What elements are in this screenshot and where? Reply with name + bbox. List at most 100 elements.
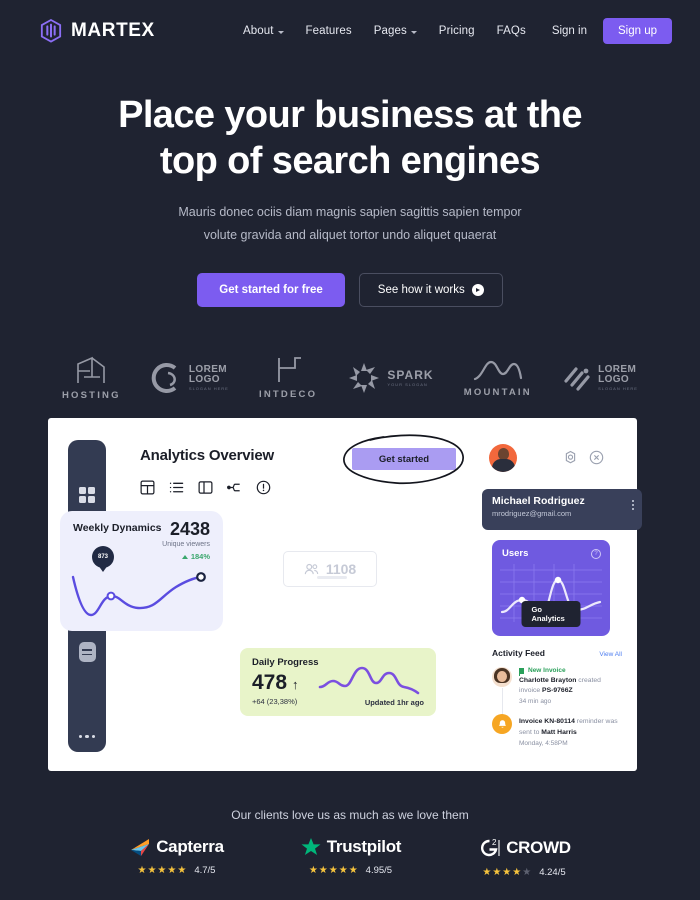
logo-lorem2-tagline: SLOGAN HERE — [598, 385, 638, 391]
nav-item-faqs-label: FAQs — [496, 25, 526, 37]
client-logos-strip: HOSTING LOREM LOGO SLOGAN HERE INTDECO S… — [0, 307, 700, 401]
nav-item-pricing[interactable]: Pricing — [439, 25, 475, 37]
g2-crowd-icon: 2 — [481, 838, 500, 857]
users-icon — [304, 563, 318, 574]
info-icon[interactable] — [256, 480, 271, 495]
sign-up-button[interactable]: Sign up — [602, 18, 672, 44]
page-title: Place your business at the top of search… — [0, 92, 700, 185]
spark-burst-icon — [349, 362, 380, 393]
review-capterra: Capterra ★ ★ ★ ★ ★ 4.7/5 — [129, 836, 224, 878]
cube-logo-icon — [40, 19, 62, 43]
logo-mountain: MOUNTAIN — [464, 358, 532, 398]
nav-item-about-label: About — [242, 25, 274, 37]
nav-item-pages[interactable]: Pages — [374, 25, 417, 37]
nav-item-faqs[interactable]: FAQs — [497, 25, 526, 37]
activity-time: 34 min ago — [519, 698, 552, 706]
go-analytics-button[interactable]: Go Analytics — [521, 601, 581, 627]
get-started-chip-wrap: Get started — [343, 434, 464, 485]
logo-spark-tagline: YOUR SLOGAN — [387, 381, 428, 387]
woman-avatar — [492, 667, 512, 687]
review-capterra-name: Capterra — [156, 837, 224, 856]
activity-object: PS-9766Z — [542, 687, 573, 695]
capterra-icon — [131, 839, 150, 856]
review-trustpilot-score: 4.95/5 — [365, 865, 393, 876]
nav-item-about[interactable]: About — [243, 25, 284, 37]
weekly-dynamics-sparkline — [71, 572, 206, 617]
review-g2crowd-name: CROWD — [506, 838, 571, 857]
activity-feed-view-all[interactable]: View All — [599, 651, 622, 658]
settings-gear-icon[interactable] — [563, 450, 578, 465]
logo-hosting-label: HOSTING — [62, 389, 121, 401]
hero-sub-line-2: volute gravida and aliquet tortor undo a… — [203, 227, 497, 242]
svg-text:2: 2 — [492, 838, 497, 847]
user-tooltip-name: Michael Rodriguez — [492, 495, 585, 507]
logo-lorem-tagline: SLOGAN HERE — [188, 385, 229, 391]
hosting-building-icon — [77, 356, 106, 383]
get-started-free-button[interactable]: Get started for free — [197, 272, 345, 307]
logo-intdeco: INTDECO — [259, 356, 317, 400]
reviews-row: Capterra ★ ★ ★ ★ ★ 4.7/5 Trustpilot ★ ★ ★ ★ ★ — [0, 836, 700, 878]
nav-item-pricing-label: Pricing — [438, 25, 475, 37]
brand-logo[interactable]: MARTEX — [40, 19, 155, 43]
trend-up-icon — [181, 554, 188, 559]
arrow-up-icon: ↑ — [292, 677, 299, 692]
activity-actor: Charlotte Brayton — [519, 677, 577, 684]
list-item[interactable]: Invoice KN-80114 reminder was sent to Ma… — [492, 714, 622, 747]
activity-tag-label: New Invoice — [528, 667, 566, 674]
list-icon[interactable] — [169, 480, 184, 495]
sliders-icon[interactable] — [78, 642, 96, 662]
weekly-dynamics-value: 2438 — [169, 519, 210, 539]
activity-verb: reminder — [574, 718, 604, 726]
mountain-peak-icon — [473, 360, 522, 381]
more-options-icon[interactable] — [78, 734, 96, 738]
logo-lorem-stripes: LOREM LOGO SLOGAN HERE — [562, 363, 638, 393]
activity-object-pre: invoice — [519, 687, 543, 695]
list-item[interactable]: New Invoice Charlotte Brayton created in… — [492, 667, 622, 724]
question-icon[interactable]: ? — [591, 549, 601, 559]
logo-intdeco-label: INTDECO — [259, 388, 318, 400]
chevron-down-icon — [277, 30, 284, 34]
viewers-badge-value: 1108 — [325, 561, 357, 577]
bell-icon — [492, 714, 512, 735]
users-card-title: Users — [502, 548, 529, 559]
activity-actor: Invoice KN-80114 — [519, 718, 575, 726]
kebab-menu-icon[interactable] — [632, 500, 634, 510]
activity-verb: created — [576, 677, 601, 684]
landing-page: MARTEX About Features Pages Pricing FAQs… — [0, 0, 700, 900]
user-tooltip-card[interactable]: Michael Rodriguez mrodriguez@gmail.com — [482, 489, 642, 530]
weekly-dynamics-change: 184% — [181, 552, 210, 561]
star-rating-icon: ★ ★ ★ ★ ★ — [137, 864, 187, 876]
nav-auth: Sign in Sign up — [552, 18, 672, 44]
avatar[interactable] — [489, 444, 517, 472]
review-capterra-score: 4.7/5 — [194, 865, 216, 876]
brand-name: MARTEX — [71, 20, 155, 41]
scribble-circle-icon — [343, 434, 464, 485]
activity-feed-title: Activity Feed — [492, 648, 545, 658]
nav-item-features[interactable]: Features — [306, 25, 352, 37]
columns-icon[interactable] — [198, 480, 213, 495]
flag-icon — [519, 667, 524, 676]
lorem-circle-icon — [151, 362, 177, 393]
table-icon[interactable] — [140, 480, 155, 495]
close-circle-icon[interactable] — [589, 450, 604, 465]
activity-text: Charlotte Brayton created invoice PS-976… — [519, 676, 622, 696]
weekly-dynamics-change-label: 184% — [190, 552, 210, 561]
user-tooltip-email: mrodriguez@gmail.com — [492, 509, 572, 518]
flow-icon[interactable] — [227, 480, 242, 495]
nav-item-pages-label: Pages — [373, 25, 407, 37]
logo-spark: SPARK YOUR SLOGAN — [347, 361, 433, 395]
see-how-it-works-button[interactable]: See how it works — [358, 272, 503, 307]
activity-object: Matt Harris — [541, 728, 577, 736]
review-trustpilot: Trustpilot ★ ★ ★ ★ ★ 4.95/5 — [300, 836, 401, 878]
daily-progress-updated: Updated 1hr ago — [364, 698, 424, 707]
play-icon — [471, 283, 484, 296]
dashboard-title: Analytics Overview — [140, 447, 274, 464]
logo-spark-label: SPARK — [387, 367, 434, 382]
intdeco-h-icon — [278, 357, 302, 382]
sign-in-link[interactable]: Sign in — [552, 25, 587, 37]
dashboard-sidebar-bottom[interactable] — [68, 620, 106, 752]
lorem-stripes-icon — [564, 367, 590, 391]
activity-time: Monday, 4:58PM — [519, 739, 568, 747]
logo-lorem2-line-2: LOGO — [598, 373, 630, 385]
grid-apps-icon — [79, 487, 95, 503]
